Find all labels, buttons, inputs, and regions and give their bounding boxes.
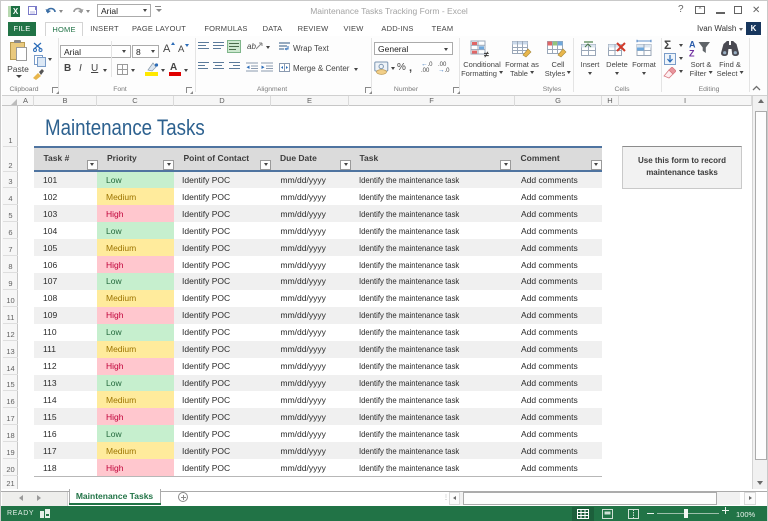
svg-text:≠: ≠ <box>484 50 489 60</box>
svg-text:Z: Z <box>689 49 695 59</box>
